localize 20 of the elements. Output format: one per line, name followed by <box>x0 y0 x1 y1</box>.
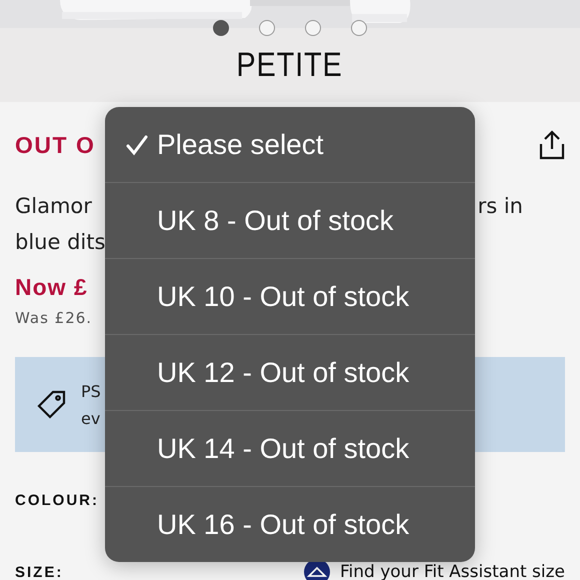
stock-status: OUT O <box>15 132 96 158</box>
size-option[interactable]: UK 16 - Out of stock <box>105 486 475 562</box>
share-icon[interactable] <box>539 130 565 160</box>
colour-label: COLOUR: <box>15 492 100 509</box>
promo-text: ev <box>81 408 101 428</box>
banner-title: PETITE <box>236 46 344 84</box>
sale-price: Now £ <box>15 274 88 301</box>
description-text: rs in <box>478 193 523 220</box>
size-option[interactable]: UK 12 - Out of stock <box>105 334 475 410</box>
original-price: Was £26. <box>15 309 92 327</box>
size-label: SIZE: <box>15 564 64 580</box>
size-option[interactable]: UK 14 - Out of stock <box>105 410 475 486</box>
size-option[interactable]: UK 10 - Out of stock <box>105 258 475 334</box>
tag-icon <box>37 390 67 420</box>
size-option[interactable]: Please select <box>105 107 475 182</box>
size-option[interactable]: UK 8 - Out of stock <box>105 182 475 258</box>
description-text: blue dits <box>15 229 106 256</box>
promo-text: PS <box>81 382 101 400</box>
checkmark-icon <box>125 134 149 156</box>
description-text: Glamor <box>15 193 93 220</box>
